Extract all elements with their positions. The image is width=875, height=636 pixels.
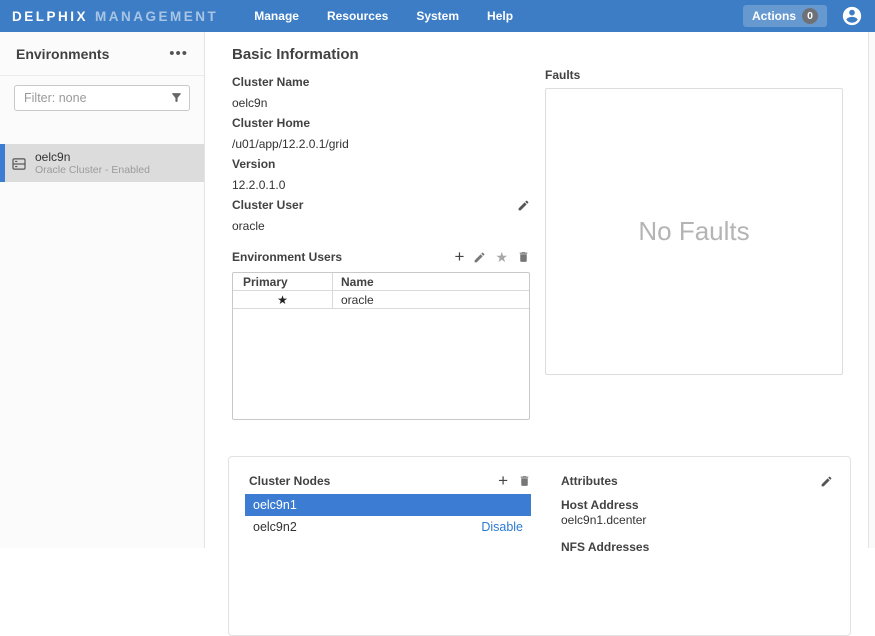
attributes-title: Attributes xyxy=(561,474,618,488)
field-cluster-user: Cluster User oracle xyxy=(232,195,530,236)
edit-user-icon[interactable] xyxy=(473,251,486,264)
attributes-header: Attributes xyxy=(561,471,833,491)
field-cluster-name: Cluster Name oelc9n xyxy=(232,72,530,113)
faults-column: Faults No Faults xyxy=(545,68,843,375)
basic-information-column: Cluster Name oelc9n Cluster Home /u01/ap… xyxy=(232,72,530,420)
add-user-icon[interactable]: + xyxy=(455,250,465,264)
cluster-icon xyxy=(12,157,26,169)
edit-attributes-icon[interactable] xyxy=(820,475,833,488)
field-version: Version 12.2.0.1.0 xyxy=(232,154,530,195)
field-cluster-home: Cluster Home /u01/app/12.2.0.1/grid xyxy=(232,113,530,154)
environment-users-header: Environment Users + ★ xyxy=(232,246,530,268)
cluster-nodes-title: Cluster Nodes xyxy=(249,474,330,488)
cluster-nodes-header: Cluster Nodes + xyxy=(245,471,531,491)
node-name: oelc9n2 xyxy=(253,520,297,534)
delete-node-icon[interactable] xyxy=(518,474,531,488)
main-content: Basic Information Cluster Name oelc9n Cl… xyxy=(205,32,868,548)
node-list: oelc9n1 oelc9n2 Disable xyxy=(245,494,531,538)
environments-sidebar: Environments ••• oelc9n Oracle Cluster -… xyxy=(0,32,205,548)
host-address-label: Host Address xyxy=(561,498,833,513)
cluster-nodes-column: Cluster Nodes + oelc9n1 oelc9n2 Disabl xyxy=(229,457,531,635)
disable-node-link[interactable]: Disable xyxy=(481,520,523,534)
environment-users-toolbar: + ★ xyxy=(455,250,531,264)
attributes-column: Attributes Host Address oelc9n1.dcenter … xyxy=(531,457,850,635)
environment-users-title: Environment Users xyxy=(232,250,342,264)
menu-resources[interactable]: Resources xyxy=(313,0,402,32)
cluster-name-label: Cluster Name xyxy=(232,75,309,89)
node-name: oelc9n1 xyxy=(253,498,297,512)
cluster-user-label: Cluster User xyxy=(232,198,303,212)
set-primary-user-icon[interactable]: ★ xyxy=(495,250,508,264)
environment-users-table: Primary Name ★ oracle xyxy=(232,272,530,420)
cluster-home-value: /u01/app/12.2.0.1/grid xyxy=(232,134,530,155)
actions-count-badge: 0 xyxy=(802,8,818,24)
node-row-oelc9n1[interactable]: oelc9n1 xyxy=(245,494,531,516)
version-value: 12.2.0.1.0 xyxy=(232,175,530,196)
filter-funnel-icon[interactable] xyxy=(170,91,183,104)
host-address-value: oelc9n1.dcenter xyxy=(561,513,833,528)
cluster-user-value: oracle xyxy=(232,216,530,237)
top-nav: Manage Resources System Help xyxy=(240,0,527,32)
environment-users-table-header: Primary Name xyxy=(233,273,529,291)
top-bar: DELPHIX MANAGEMENT Manage Resources Syst… xyxy=(0,0,875,32)
logo-secondary: MANAGEMENT xyxy=(95,9,218,24)
no-faults-text: No Faults xyxy=(638,216,749,247)
actions-label: Actions xyxy=(752,9,796,23)
faults-title: Faults xyxy=(545,68,843,88)
cluster-nodes-toolbar: + xyxy=(498,474,531,488)
environment-list: oelc9n Oracle Cluster - Enabled xyxy=(0,144,204,182)
menu-help[interactable]: Help xyxy=(473,0,527,32)
page-title: Basic Information xyxy=(232,46,359,63)
filter-input[interactable] xyxy=(14,85,190,111)
faults-panel: No Faults xyxy=(545,88,843,375)
version-label: Version xyxy=(232,157,275,171)
user-account-icon[interactable] xyxy=(841,5,863,27)
environment-name: oelc9n xyxy=(35,150,150,164)
filter-field-wrap xyxy=(14,85,190,111)
column-primary: Primary xyxy=(233,273,333,290)
user-name-cell: oracle xyxy=(333,291,529,308)
add-node-icon[interactable]: + xyxy=(498,474,508,488)
environment-user-row[interactable]: ★ oracle xyxy=(233,291,529,309)
environment-item-texts: oelc9n Oracle Cluster - Enabled xyxy=(35,150,150,177)
cluster-home-label: Cluster Home xyxy=(232,116,310,130)
overflow-menu-icon[interactable]: ••• xyxy=(169,49,188,59)
cluster-nodes-card: Cluster Nodes + oelc9n1 oelc9n2 Disabl xyxy=(228,456,851,636)
environment-list-item-oelc9n[interactable]: oelc9n Oracle Cluster - Enabled xyxy=(0,144,204,182)
logo-primary: DELPHIX xyxy=(12,9,88,24)
delphix-logo: DELPHIX MANAGEMENT xyxy=(12,9,218,24)
delete-user-icon[interactable] xyxy=(517,250,530,264)
vertical-scrollbar[interactable] xyxy=(868,32,875,548)
environment-subtitle: Oracle Cluster - Enabled xyxy=(35,164,150,177)
sidebar-title: Environments xyxy=(16,46,109,62)
sidebar-header: Environments ••• xyxy=(0,32,204,76)
actions-button[interactable]: Actions 0 xyxy=(743,5,827,27)
node-row-oelc9n2[interactable]: oelc9n2 Disable xyxy=(245,516,531,538)
menu-system[interactable]: System xyxy=(402,0,473,32)
menu-manage[interactable]: Manage xyxy=(240,0,313,32)
primary-star-icon: ★ xyxy=(233,291,333,308)
column-name: Name xyxy=(333,273,529,290)
cluster-name-value: oelc9n xyxy=(232,93,530,114)
edit-cluster-user-icon[interactable] xyxy=(517,199,530,212)
